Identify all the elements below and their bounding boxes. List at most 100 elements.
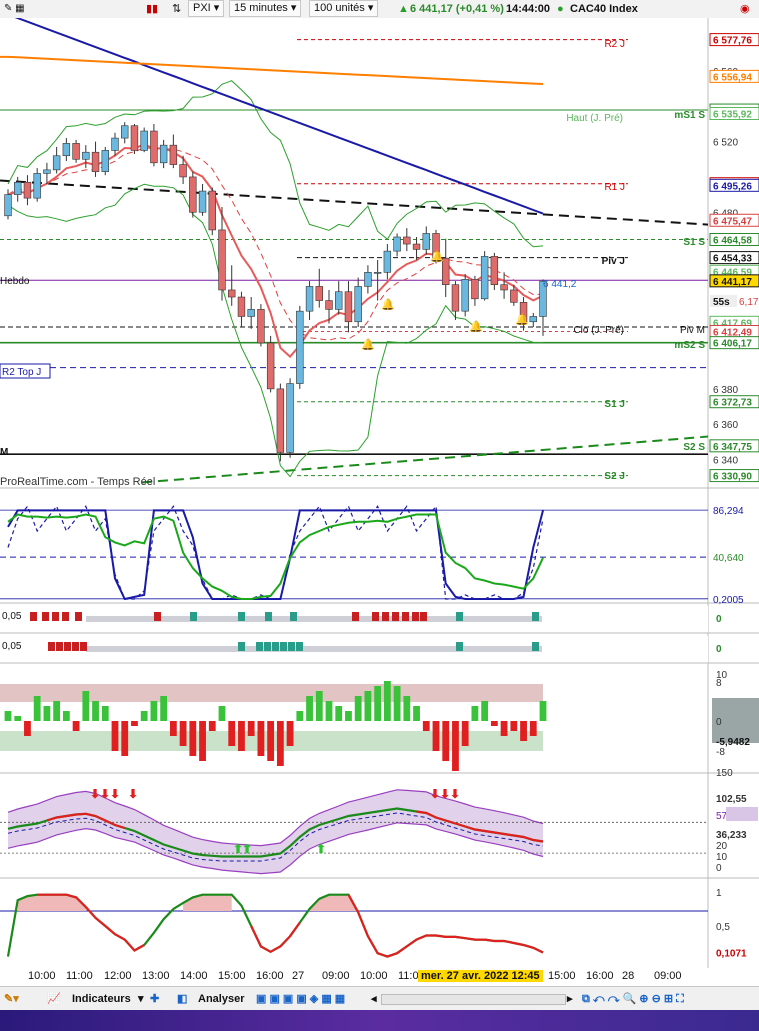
candle xyxy=(140,130,148,151)
instrument-name: CAC40 Index xyxy=(570,3,638,15)
candle xyxy=(471,279,479,300)
analyse-icon[interactable]: ◧ xyxy=(177,990,187,1008)
candle xyxy=(383,250,392,273)
dropdown-icon[interactable]: ▾ xyxy=(138,990,144,1008)
mom-tick: -8 xyxy=(716,747,725,758)
ind-mark xyxy=(420,612,427,621)
momentum-bar xyxy=(247,721,255,736)
trend-icon[interactable]: ⇅ xyxy=(172,0,181,18)
ind-mark xyxy=(392,612,399,621)
time-tick: 27 xyxy=(292,970,305,982)
alert-icon[interactable]: ◉ xyxy=(740,0,750,18)
ind-mark xyxy=(532,612,539,621)
color-swatch-icon[interactable]: ▮▮ xyxy=(146,0,158,18)
time-tick: 15:00 xyxy=(218,970,246,982)
expand-icon[interactable]: ✚ xyxy=(150,990,159,1008)
tool-icons[interactable]: ▣ ▣ ▣ ▣ ◈ ▦ ▦ xyxy=(256,990,345,1008)
candle xyxy=(150,130,158,164)
momentum-bar xyxy=(442,721,450,761)
momentum-bar xyxy=(150,701,158,721)
ind-mark xyxy=(372,612,379,621)
interval-dropdown[interactable]: 15 minutes ▾ xyxy=(229,0,302,17)
ind-mark xyxy=(190,612,197,621)
down-arrow-icon: ⬇ xyxy=(450,787,460,801)
candle xyxy=(237,296,246,317)
price-tag-text: 6 372,73 xyxy=(713,398,752,409)
candle xyxy=(305,286,314,312)
down-arrow-icon: ⬇ xyxy=(100,787,110,801)
scroll-left-icon[interactable]: ◂ xyxy=(371,990,377,1008)
chart-svg[interactable]: 🔔 🔔 🔔 🔔 🔔 R2 J Haut (J. Pré) mS1 S R1 J S1 S Piv J… xyxy=(0,13,759,968)
candle xyxy=(198,190,207,213)
momentum-bar xyxy=(53,701,61,721)
ind-mark xyxy=(80,642,87,651)
scroll-right-icon[interactable]: ▸ xyxy=(567,990,573,1008)
candle xyxy=(169,144,178,165)
boll-tick: 10 xyxy=(716,852,728,863)
boll-tick: 36,233 xyxy=(716,830,747,841)
symbol-dropdown[interactable]: PXI ▾ xyxy=(188,0,225,17)
scrollbar[interactable] xyxy=(381,994,566,1005)
mom-tick: 8 xyxy=(716,678,722,689)
zoom-tools-icon[interactable]: ⧉ ↶ ↷ 🔍 ⊕ ⊖ ⊞ ⛶ xyxy=(582,990,684,1008)
bottom-toolbar: ✎▾ 📈 Indicateurs ▾ ✚ ◧ Analyser ▣ ▣ ▣ ▣ … xyxy=(0,986,759,1011)
analyse-button[interactable]: Analyser xyxy=(198,990,244,1008)
momentum-bar xyxy=(179,721,187,746)
momentum-bar xyxy=(189,721,197,756)
price-tag-text: 6 495,26 xyxy=(713,181,752,192)
time-tick: 14:00 xyxy=(180,970,208,982)
units-dropdown[interactable]: 100 unités ▾ xyxy=(309,0,379,17)
units-label: 100 unités xyxy=(314,2,365,14)
momentum-bar xyxy=(393,686,401,721)
momentum-bar xyxy=(539,701,547,721)
momentum-bar xyxy=(43,706,51,721)
momentum-bar xyxy=(101,706,109,721)
momentum-bar xyxy=(131,721,138,726)
momentum-bar xyxy=(228,721,236,746)
candle xyxy=(62,143,71,157)
candle xyxy=(14,181,22,195)
candle xyxy=(208,190,216,231)
momentum-bar xyxy=(461,721,469,746)
momentum-bar xyxy=(413,706,420,721)
ind-right: 0 xyxy=(716,644,722,655)
last-price: 6 441,17 (+0,41 %) xyxy=(410,3,504,15)
ind-mark xyxy=(290,612,297,621)
status-strip xyxy=(0,1010,759,1031)
time-tick: 12:00 xyxy=(104,970,132,982)
ind-mark xyxy=(238,612,245,621)
candle xyxy=(4,194,12,217)
candle xyxy=(91,151,100,172)
candle xyxy=(373,272,382,274)
price-tag-text: 6 454,33 xyxy=(713,254,752,265)
candle xyxy=(33,173,41,199)
ind-mark xyxy=(64,642,71,651)
ind-mark xyxy=(48,642,55,651)
price-tag-text: 6 464,58 xyxy=(713,235,752,246)
momentum-bar xyxy=(257,721,265,756)
drawing-tools-icon[interactable]: ✎ ▦ xyxy=(4,0,40,18)
indicators-button[interactable]: Indicateurs xyxy=(72,990,131,1008)
up-arrow-icon: ▲ xyxy=(398,3,409,15)
clo-label: Clo (J. Pré) xyxy=(573,325,624,336)
momentum-bar xyxy=(510,721,518,731)
indicators-icon[interactable]: 📈 xyxy=(47,990,61,1008)
pivj-label: Piv J xyxy=(602,256,625,267)
candle xyxy=(23,181,32,199)
pen-icon[interactable]: ✎▾ xyxy=(4,990,19,1008)
momentum-bar xyxy=(325,701,333,721)
momentum-bar xyxy=(296,711,304,721)
chart-area[interactable]: 🔔 🔔 🔔 🔔 🔔 R2 J Haut (J. Pré) mS1 S R1 J S1 S Piv J… xyxy=(0,13,759,968)
s2j-label: S2 J xyxy=(604,471,625,482)
up-arrow-icon: ⬆ xyxy=(316,842,326,856)
ind-mark xyxy=(56,642,63,651)
ind-mark xyxy=(272,642,279,651)
r2j-label: R2 J xyxy=(604,39,625,50)
candle xyxy=(490,256,499,285)
momentum-bar xyxy=(335,706,343,721)
ind-mark xyxy=(52,612,59,621)
candle xyxy=(364,272,372,287)
candle xyxy=(510,289,518,303)
time-tick: 10:00 xyxy=(360,970,388,982)
price-tag-text: 6 556,94 xyxy=(713,72,752,83)
